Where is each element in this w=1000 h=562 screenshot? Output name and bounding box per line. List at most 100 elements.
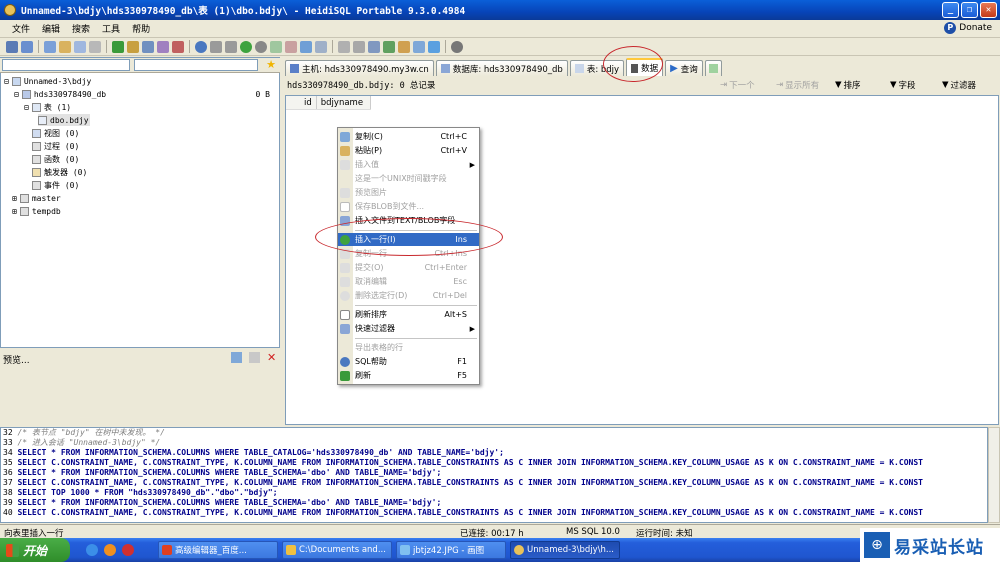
tree-node-root[interactable]: ⊟ Unnamed-3\bdjy — [4, 75, 91, 87]
maintenance-icon[interactable] — [157, 40, 169, 53]
sort-button[interactable]: ▼ 排序 — [835, 79, 861, 91]
print-icon[interactable] — [89, 40, 101, 53]
replace-icon[interactable] — [428, 40, 440, 53]
taskbar-task-browser[interactable]: 高级编辑器_百度... — [158, 541, 278, 559]
tree-node-events[interactable]: 事件 (0) — [32, 179, 79, 191]
menu-file[interactable]: 文件 — [12, 22, 30, 35]
close-icon[interactable]: ✕ — [267, 352, 278, 363]
last-record-icon[interactable] — [225, 40, 237, 53]
add-row-icon[interactable] — [240, 40, 252, 53]
menu-item-unix-timestamp[interactable]: 这是一个UNIX时间戳字段 — [338, 172, 479, 185]
disconnect-icon[interactable] — [451, 40, 463, 53]
tab-query[interactable]: ▶ 查询 — [665, 60, 703, 76]
save-icon[interactable] — [338, 40, 350, 53]
database-filter-input[interactable] — [2, 59, 130, 71]
menu-item-post[interactable]: 提交(O) Ctrl+Enter — [338, 261, 479, 274]
execute-icon[interactable] — [300, 40, 312, 53]
menu-item-delete-rows[interactable]: 删除选定行(D) Ctrl+Del — [338, 289, 479, 302]
tree-node-tempdb[interactable]: ⊞ tempdb — [12, 205, 61, 217]
menu-item-sql-help[interactable]: SQL帮助 F1 — [338, 355, 479, 368]
help-icon[interactable] — [195, 40, 207, 53]
next-button[interactable]: ⇥ 下一个 — [720, 79, 755, 91]
media-quicklaunch-icon[interactable] — [122, 544, 134, 556]
menu-search[interactable]: 搜索 — [72, 22, 90, 35]
ie-quicklaunch-icon[interactable] — [86, 544, 98, 556]
start-button[interactable]: 开始 — [0, 538, 70, 562]
menu-tools[interactable]: 工具 — [102, 22, 120, 35]
menu-item-quick-filter[interactable]: 快速过滤器 ▶ — [338, 322, 479, 335]
export-icon[interactable] — [172, 40, 184, 53]
sql-log-vertical-scrollbar[interactable] — [988, 427, 1000, 523]
filter-button[interactable]: ▼ 过滤器 — [942, 79, 976, 91]
post-icon[interactable] — [270, 40, 282, 53]
preview-label: 预览... — [3, 356, 30, 366]
edit-icon[interactable] — [398, 40, 410, 53]
collapse-icon[interactable]: ⊟ — [14, 90, 19, 99]
menu-item-insert-value[interactable]: 插入值 ▶ — [338, 158, 479, 171]
tree-node-table-bdjy[interactable]: dbo.bdjy — [38, 114, 90, 126]
tree-node-master[interactable]: ⊞ master — [12, 192, 61, 204]
snippets-icon[interactable] — [368, 40, 380, 53]
search-icon[interactable] — [413, 40, 425, 53]
menu-item-label: 插入值 — [355, 160, 379, 169]
menu-item-reset-sort[interactable]: 刷新排序 Alt+S — [338, 308, 479, 321]
first-record-icon[interactable] — [210, 40, 222, 53]
column-header-id[interactable]: id — [286, 96, 317, 109]
cancel-icon[interactable] — [285, 40, 297, 53]
close-button[interactable]: ✕ — [980, 2, 997, 18]
create-object-icon[interactable] — [127, 40, 139, 53]
tree-node-views[interactable]: 视图 (0) — [32, 127, 79, 139]
next-label: 下一个 — [729, 81, 755, 91]
show-all-button[interactable]: ⇥ 显示所有 — [776, 79, 819, 91]
taskbar-task-heidisql[interactable]: Unnamed-3\bdjy\h... — [510, 541, 620, 559]
run-selection-icon[interactable] — [315, 40, 327, 53]
session-manager-icon[interactable] — [6, 40, 18, 53]
taskbar-task-paint[interactable]: jbtjz42.JPG - 画图 — [396, 541, 506, 559]
format-icon[interactable] — [383, 40, 395, 53]
tree-node-db[interactable]: ⊟ hds330978490_db 0 B — [14, 88, 276, 100]
copy-icon[interactable] — [44, 40, 56, 53]
taskbar-task-explorer[interactable]: C:\Documents and... — [282, 541, 392, 559]
refresh-icon[interactable] — [112, 40, 124, 53]
tree-node-procedures[interactable]: 过程 (0) — [32, 140, 79, 152]
columns-button[interactable]: ▼ 字段 — [890, 79, 916, 91]
expand-icon[interactable]: ⊞ — [12, 194, 17, 203]
table-filter-input[interactable] — [134, 59, 258, 71]
folder-quicklaunch-icon[interactable] — [104, 544, 116, 556]
sort-icon: ▼ — [835, 80, 842, 90]
menu-item-export-rows[interactable]: 导出表格的行 — [338, 341, 479, 354]
paste-icon[interactable] — [59, 40, 71, 53]
favorite-star-icon[interactable]: ★ — [266, 58, 276, 71]
menu-item-copy[interactable]: 复制(C) Ctrl+C — [338, 130, 479, 143]
delete-row-icon[interactable] — [255, 40, 267, 53]
menu-item-cancel-edit[interactable]: 取消编辑 Esc — [338, 275, 479, 288]
tree-node-label: master — [31, 193, 61, 203]
menu-edit[interactable]: 编辑 — [42, 22, 60, 35]
tab-database[interactable]: 数据库: hds330978490_db — [435, 60, 568, 76]
menu-item-save-blob[interactable]: 保存BLOB到文件... — [338, 200, 479, 213]
menu-item-refresh[interactable]: 刷新 F5 — [338, 369, 479, 382]
expand-icon[interactable]: ⊞ — [12, 207, 17, 216]
add-tab-button[interactable] — [704, 60, 722, 76]
load-icon[interactable] — [353, 40, 365, 53]
copy-icon[interactable] — [231, 352, 242, 363]
sql-log[interactable]: 32 /* 表节点 "bdjy" 在树中未发现。 */ 33 /* 进入会话 "… — [0, 427, 988, 523]
tree-node-triggers[interactable]: 触发器 (0) — [32, 166, 87, 178]
collapse-icon[interactable]: ⊟ — [4, 77, 9, 86]
collapse-icon[interactable]: ⊟ — [24, 103, 29, 112]
column-header-bdjyname[interactable]: bdjyname — [317, 96, 371, 109]
restore-button[interactable]: ❐ — [961, 2, 978, 18]
tree-node-functions[interactable]: 函数 (0) — [32, 153, 79, 165]
donate-button[interactable]: P Donate — [944, 22, 992, 34]
minimize-button[interactable]: _ — [942, 2, 959, 18]
user-manager-icon[interactable] — [142, 40, 154, 53]
new-connection-icon[interactable] — [21, 40, 33, 53]
menu-item-label: 粘贴(P) — [355, 146, 383, 155]
cut-icon[interactable] — [74, 40, 86, 53]
menu-item-preview-image[interactable]: 预览图片 — [338, 186, 479, 199]
save-icon[interactable] — [249, 352, 260, 363]
menu-help[interactable]: 帮助 — [132, 22, 150, 35]
tab-host[interactable]: 主机: hds330978490.my3w.cn — [285, 60, 434, 76]
menu-item-paste[interactable]: 粘贴(P) Ctrl+V — [338, 144, 479, 157]
tree-node-tables[interactable]: ⊟ 表 (1) — [24, 101, 71, 113]
